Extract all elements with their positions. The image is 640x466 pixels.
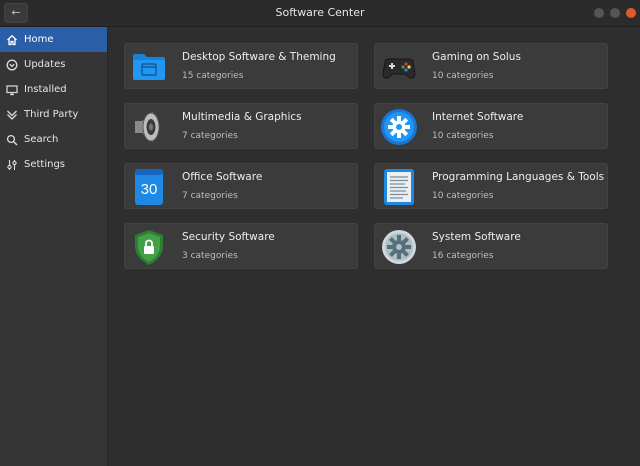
window-title: Software Center [275, 6, 365, 19]
category-card-gaming[interactable]: Gaming on Solus 10 categories [374, 43, 608, 89]
sidebar-item-label: Home [24, 34, 54, 45]
category-count: 3 categories [182, 251, 238, 261]
third-party-icon [6, 109, 18, 121]
category-count: 7 categories [182, 131, 238, 141]
gamepad-icon [379, 47, 419, 87]
sidebar-item-label: Installed [24, 84, 67, 95]
category-count: 10 categories [432, 71, 494, 81]
close-button[interactable] [626, 8, 636, 18]
category-card-programming[interactable]: Programming Languages & Tools 10 categor… [374, 163, 608, 209]
category-title: Multimedia & Graphics [182, 111, 302, 123]
category-card-security[interactable]: Security Software 3 categories [124, 223, 358, 269]
sidebar-item-home[interactable]: Home [0, 27, 107, 52]
category-card-internet[interactable]: Internet Software 10 categories [374, 103, 608, 149]
category-count: 10 categories [432, 131, 494, 141]
sidebar-item-installed[interactable]: Installed [0, 77, 107, 102]
folder-icon [129, 47, 169, 87]
category-title: Security Software [182, 231, 275, 243]
sidebar-item-third-party[interactable]: Third Party [0, 102, 107, 127]
calendar-icon: 30 [129, 167, 169, 207]
category-count: 15 categories [182, 71, 244, 81]
installed-icon [6, 84, 18, 96]
category-title: Internet Software [432, 111, 524, 123]
security-shield-icon [129, 227, 169, 267]
category-card-office[interactable]: 30 Office Software 7 categories [124, 163, 358, 209]
category-title: System Software [432, 231, 521, 243]
sidebar-item-label: Third Party [24, 109, 79, 120]
sidebar-item-label: Settings [24, 159, 66, 170]
home-icon [6, 34, 18, 46]
category-count: 10 categories [432, 191, 494, 201]
system-settings-icon [379, 227, 419, 267]
minimize-button[interactable] [594, 8, 604, 18]
sidebar-item-label: Updates [24, 59, 66, 70]
search-icon [6, 134, 18, 146]
updates-icon [6, 59, 18, 71]
category-title: Desktop Software & Theming [182, 51, 336, 63]
maximize-button[interactable] [610, 8, 620, 18]
category-grid: Desktop Software & Theming 15 categories… [108, 27, 640, 466]
sidebar-item-search[interactable]: Search [0, 127, 107, 152]
sidebar: Home Updates Installed Third Party Searc… [0, 27, 108, 466]
internet-gear-icon [379, 107, 419, 147]
category-title: Programming Languages & Tools [432, 171, 605, 183]
settings-icon [6, 159, 18, 171]
sidebar-item-label: Search [24, 134, 59, 145]
category-title: Office Software [182, 171, 263, 183]
category-count: 16 categories [432, 251, 494, 261]
category-title: Gaming on Solus [432, 51, 521, 63]
category-count: 7 categories [182, 191, 238, 201]
category-card-system[interactable]: System Software 16 categories [374, 223, 608, 269]
calendar-day-number: 30 [141, 181, 158, 198]
category-card-desktop-software[interactable]: Desktop Software & Theming 15 categories [124, 43, 358, 89]
sidebar-item-settings[interactable]: Settings [0, 152, 107, 177]
speaker-icon [129, 107, 169, 147]
category-card-multimedia[interactable]: Multimedia & Graphics 7 categories [124, 103, 358, 149]
software-center-window: ← Software Center Home Updates Installed [0, 0, 640, 466]
text-document-icon [379, 167, 419, 207]
sidebar-item-updates[interactable]: Updates [0, 52, 107, 77]
header-bar: ← Software Center [0, 0, 640, 27]
